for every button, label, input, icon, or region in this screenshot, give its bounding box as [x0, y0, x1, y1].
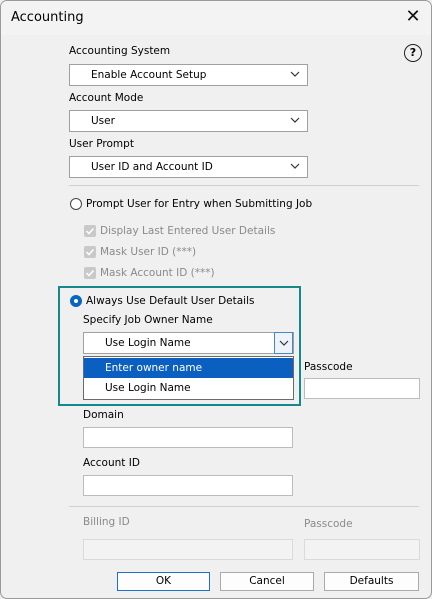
owner-name-select[interactable]: Use Login Name: [83, 332, 294, 354]
prompt-user-label: Prompt User for Entry when Submitting Jo…: [86, 198, 313, 210]
prompt-user-radio[interactable]: [70, 198, 82, 210]
chevron-down-icon: [290, 71, 300, 77]
passcode-field[interactable]: [304, 378, 420, 399]
always-use-default-radio[interactable]: [70, 295, 82, 307]
specify-owner-label: Specify Job Owner Name: [83, 314, 213, 326]
accounting-dialog: Accounting ✕ Accounting System ? Enable …: [0, 0, 432, 599]
chevron-down-icon: [290, 163, 300, 169]
accounting-system-value: Enable Account Setup: [91, 69, 207, 81]
owner-name-value: Use Login Name: [105, 337, 191, 349]
defaults-button[interactable]: Defaults: [324, 572, 419, 591]
account-mode-value: User: [91, 115, 115, 127]
account-mode-label: Account Mode: [69, 92, 144, 104]
user-prompt-value: User ID and Account ID: [91, 161, 213, 173]
accounting-system-label: Accounting System: [69, 45, 171, 57]
mask-account-id-label: Mask Account ID (***): [100, 267, 215, 279]
separator: [69, 506, 419, 507]
always-use-default-label: Always Use Default User Details: [86, 295, 255, 307]
mask-user-id-label: Mask User ID (***): [100, 246, 197, 258]
owner-name-dropdown-list: Enter owner name Use Login Name: [83, 356, 294, 400]
dropdown-option-enter-owner[interactable]: Enter owner name: [84, 358, 293, 378]
passcode-2-field[interactable]: [304, 539, 420, 560]
help-icon[interactable]: ?: [404, 44, 422, 62]
mask-user-id-checkbox[interactable]: [84, 246, 96, 258]
dropdown-option-login-name[interactable]: Use Login Name: [84, 378, 293, 398]
separator: [69, 185, 419, 186]
billing-id-label: Billing ID: [83, 516, 130, 528]
accounting-system-select[interactable]: Enable Account Setup: [69, 64, 308, 86]
chevron-down-icon: [279, 340, 289, 346]
passcode-label: Passcode: [304, 361, 353, 373]
domain-field[interactable]: [83, 427, 293, 448]
display-last-label: Display Last Entered User Details: [100, 225, 276, 237]
dialog-title: Accounting: [11, 10, 84, 25]
account-mode-select[interactable]: User: [69, 110, 308, 132]
display-last-checkbox[interactable]: [84, 225, 96, 237]
cancel-button[interactable]: Cancel: [220, 572, 314, 591]
owner-name-dropdown-button[interactable]: [274, 332, 293, 354]
user-prompt-label: User Prompt: [69, 138, 134, 150]
domain-label: Domain: [83, 409, 124, 421]
chevron-down-icon: [290, 117, 300, 123]
account-id-label: Account ID: [83, 457, 140, 469]
passcode-2-label: Passcode: [304, 518, 353, 530]
ok-button[interactable]: OK: [117, 572, 210, 591]
close-icon[interactable]: ✕: [403, 7, 423, 27]
billing-id-field[interactable]: [83, 539, 293, 560]
mask-account-id-checkbox[interactable]: [84, 267, 96, 279]
user-prompt-select[interactable]: User ID and Account ID: [69, 156, 308, 178]
account-id-field[interactable]: [83, 475, 293, 496]
title-bar: Accounting ✕: [1, 1, 431, 35]
